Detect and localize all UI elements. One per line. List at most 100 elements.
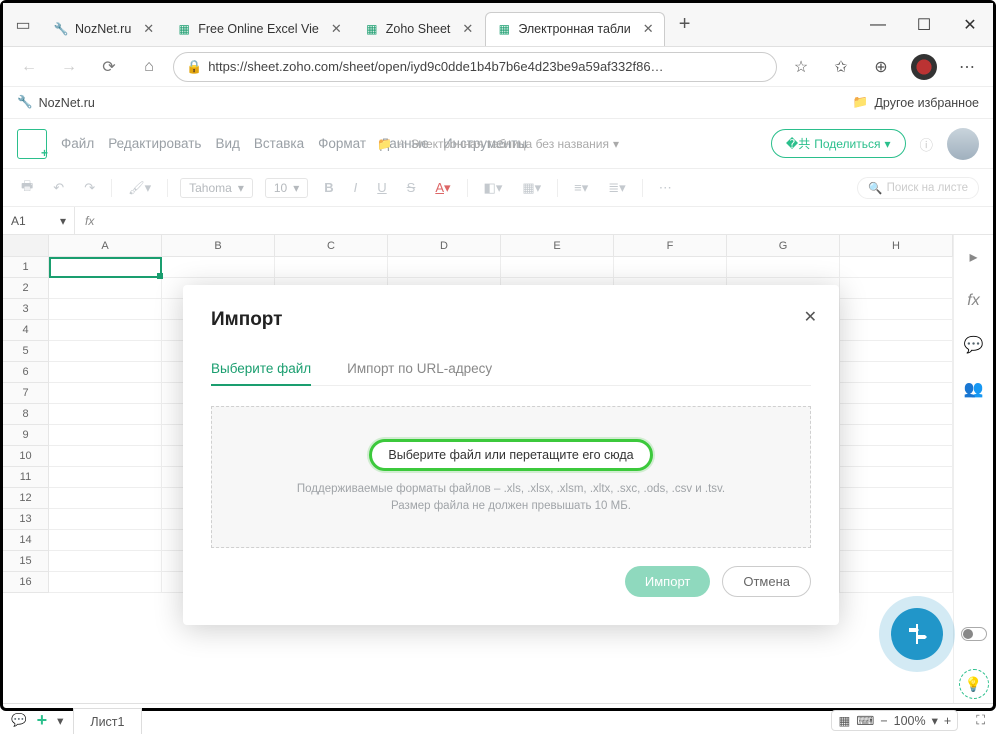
strike-button[interactable]: S [403, 178, 420, 198]
cell[interactable] [840, 278, 953, 299]
cell[interactable] [49, 530, 162, 551]
cell[interactable] [49, 299, 162, 320]
cell[interactable] [49, 446, 162, 467]
cell[interactable] [840, 572, 953, 593]
cell[interactable] [840, 257, 953, 278]
row-header[interactable]: 15 [3, 551, 49, 572]
bold-button[interactable]: B [320, 178, 337, 198]
cell[interactable] [388, 257, 501, 278]
window-minimize-button[interactable]: — [855, 3, 901, 47]
user-avatar[interactable] [947, 128, 979, 160]
collaborators-icon[interactable]: 👥 [962, 377, 986, 401]
collections-button[interactable]: ⊕ [865, 57, 897, 77]
cell[interactable] [840, 488, 953, 509]
close-icon[interactable]: ✕ [331, 21, 342, 37]
sheet-tab[interactable]: Лист1 [73, 708, 141, 734]
url-input[interactable]: 🔒 https://sheet.zoho.com/sheet/open/iyd9… [173, 52, 777, 82]
cell[interactable] [840, 404, 953, 425]
cell[interactable] [614, 257, 727, 278]
close-button[interactable]: ✕ [804, 307, 817, 327]
select-all-corner[interactable] [3, 235, 49, 256]
window-maximize-button[interactable]: ☐ [901, 3, 947, 47]
cell[interactable] [49, 341, 162, 362]
cell[interactable] [49, 404, 162, 425]
col-header[interactable]: F [614, 235, 727, 256]
row-header[interactable]: 1 [3, 257, 49, 278]
row-header[interactable]: 5 [3, 341, 49, 362]
row-header[interactable]: 6 [3, 362, 49, 383]
browser-tab-1[interactable]: 🔧 NozNet.ru ✕ [43, 12, 164, 46]
col-header[interactable]: E [501, 235, 614, 256]
cell[interactable] [49, 320, 162, 341]
search-input[interactable]: 🔍 Поиск на листе [857, 177, 979, 199]
cell[interactable] [840, 446, 953, 467]
import-button[interactable]: Импорт [625, 566, 710, 597]
border-button[interactable]: ▦▾ [518, 178, 545, 198]
cell[interactable] [840, 530, 953, 551]
menu-file[interactable]: Файл [61, 136, 94, 151]
cell[interactable] [840, 299, 953, 320]
cell[interactable] [840, 320, 953, 341]
bookmark-item[interactable]: NozNet.ru [39, 96, 95, 110]
cell[interactable] [840, 383, 953, 404]
cell[interactable] [840, 509, 953, 530]
name-box[interactable]: A1▾ [3, 207, 75, 234]
profile-avatar[interactable] [911, 54, 937, 80]
col-header[interactable]: B [162, 235, 275, 256]
favorite-button[interactable]: ☆ [785, 57, 817, 77]
cell[interactable] [840, 425, 953, 446]
favorites-button[interactable]: ✩ [825, 57, 857, 77]
chevron-down-icon[interactable]: ▾ [932, 713, 938, 728]
row-header[interactable]: 3 [3, 299, 49, 320]
tabs-overview-icon[interactable]: ▭ [3, 15, 43, 35]
help-fab[interactable] [891, 608, 943, 660]
col-header[interactable]: G [727, 235, 840, 256]
font-select[interactable]: Tahoma ▾ [180, 178, 253, 198]
cell[interactable] [49, 425, 162, 446]
italic-button[interactable]: I [350, 178, 362, 198]
align-button[interactable]: ≡▾ [570, 178, 592, 198]
browser-tab-4[interactable]: ▦ Электронная табли ✕ [485, 12, 664, 46]
cell[interactable] [840, 467, 953, 488]
close-icon[interactable]: ✕ [143, 21, 154, 37]
cell[interactable] [49, 362, 162, 383]
row-header[interactable]: 10 [3, 446, 49, 467]
more-button[interactable]: ⋯ [655, 178, 676, 198]
comments-icon[interactable]: 💬 [11, 713, 27, 728]
cell[interactable] [49, 383, 162, 404]
row-header[interactable]: 7 [3, 383, 49, 404]
print-button[interactable]: 🖶 [17, 175, 37, 201]
cell[interactable] [49, 488, 162, 509]
fx-panel-icon[interactable]: fx [962, 289, 986, 313]
fullscreen-button[interactable]: ⛶ [976, 713, 985, 728]
menu-view[interactable]: Вид [215, 136, 239, 151]
cell[interactable] [840, 551, 953, 572]
browser-tab-3[interactable]: ▦ Zoho Sheet ✕ [354, 12, 484, 46]
toggle-switch[interactable] [961, 627, 987, 641]
forward-button[interactable]: → [53, 51, 85, 83]
row-header[interactable]: 2 [3, 278, 49, 299]
cell[interactable] [49, 467, 162, 488]
zoom-out-button[interactable]: − [880, 714, 887, 728]
browser-tab-2[interactable]: ▦ Free Online Excel Vie ✕ [166, 12, 352, 46]
close-icon[interactable]: ✕ [462, 21, 473, 37]
row-header[interactable]: 16 [3, 572, 49, 593]
col-header[interactable]: C [275, 235, 388, 256]
row-header[interactable]: 13 [3, 509, 49, 530]
row-header[interactable]: 9 [3, 425, 49, 446]
dropzone[interactable]: Выберите файл или перетащите его сюда По… [211, 406, 811, 548]
share-button[interactable]: �共 Поделиться ▾ [771, 129, 906, 158]
panel-toggle-icon[interactable]: ▸ [962, 245, 986, 269]
cell[interactable] [49, 278, 162, 299]
underline-button[interactable]: U [373, 178, 390, 198]
home-button[interactable]: ⌂ [133, 51, 165, 83]
row-header[interactable]: 14 [3, 530, 49, 551]
help-bulb-icon[interactable]: 💡 [959, 669, 989, 699]
tab-import-url[interactable]: Импорт по URL-адресу [347, 353, 492, 385]
close-icon[interactable]: ✕ [643, 21, 654, 37]
cell[interactable] [727, 257, 840, 278]
info-icon[interactable]: ⓘ [920, 134, 934, 154]
window-close-button[interactable]: ✕ [947, 3, 993, 47]
valign-button[interactable]: ≣▾ [604, 178, 629, 198]
zoom-in-button[interactable]: + [944, 714, 951, 728]
